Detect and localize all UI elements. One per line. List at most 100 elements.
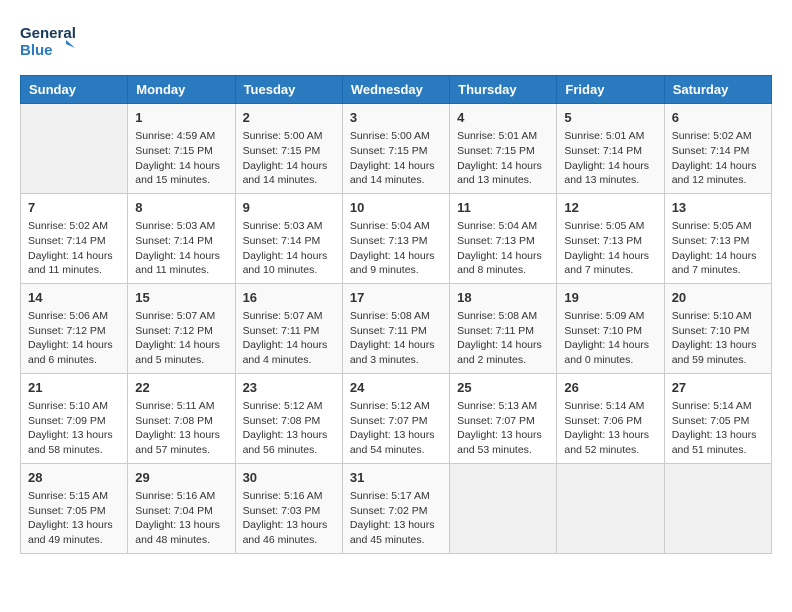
day-number: 18 [457,289,549,307]
day-number: 5 [564,109,656,127]
day-number: 15 [135,289,227,307]
calendar-week-1: 1 Sunrise: 4:59 AM Sunset: 7:15 PM Daylig… [21,104,772,194]
calendar-cell: 25 Sunrise: 5:13 AM Sunset: 7:07 PM Dayli… [450,373,557,463]
col-header-friday: Friday [557,76,664,104]
calendar-cell: 21 Sunrise: 5:10 AM Sunset: 7:09 PM Dayli… [21,373,128,463]
cell-info: Sunrise: 5:07 AM Sunset: 7:11 PM Dayligh… [243,309,335,368]
cell-info: Sunrise: 5:12 AM Sunset: 7:08 PM Dayligh… [243,399,335,458]
calendar-cell: 23 Sunrise: 5:12 AM Sunset: 7:08 PM Dayli… [235,373,342,463]
calendar-cell: 30 Sunrise: 5:16 AM Sunset: 7:03 PM Dayli… [235,463,342,553]
calendar-cell: 11 Sunrise: 5:04 AM Sunset: 7:13 PM Dayli… [450,193,557,283]
cell-info: Sunrise: 5:05 AM Sunset: 7:13 PM Dayligh… [564,219,656,278]
calendar-cell: 8Sunrise: 5:03 AM Sunset: 7:14 PM Daylig… [128,193,235,283]
day-number: 29 [135,469,227,487]
cell-info: Sunrise: 5:08 AM Sunset: 7:11 PM Dayligh… [457,309,549,368]
cell-info: Sunrise: 5:01 AM Sunset: 7:14 PM Dayligh… [564,129,656,188]
day-number: 17 [350,289,442,307]
day-number: 8 [135,199,227,217]
calendar-cell: 5 Sunrise: 5:01 AM Sunset: 7:14 PM Daylig… [557,104,664,194]
day-number: 10 [350,199,442,217]
header-row: SundayMondayTuesdayWednesdayThursdayFrid… [21,76,772,104]
cell-info: Sunrise: 5:14 AM Sunset: 7:06 PM Dayligh… [564,399,656,458]
day-number: 31 [350,469,442,487]
calendar-cell: 7 Sunrise: 5:02 AM Sunset: 7:14 PM Daylig… [21,193,128,283]
day-number: 20 [672,289,764,307]
cell-info: Sunrise: 5:02 AM Sunset: 7:14 PM Dayligh… [672,129,764,188]
day-number: 21 [28,379,120,397]
day-number: 16 [243,289,335,307]
calendar-cell: 12 Sunrise: 5:05 AM Sunset: 7:13 PM Dayli… [557,193,664,283]
calendar-cell: 16 Sunrise: 5:07 AM Sunset: 7:11 PM Dayli… [235,283,342,373]
calendar-cell [664,463,771,553]
calendar-cell: 6 Sunrise: 5:02 AM Sunset: 7:14 PM Daylig… [664,104,771,194]
page-header: GeneralBlue [20,20,772,65]
day-number: 24 [350,379,442,397]
day-number: 25 [457,379,549,397]
calendar-cell: 10 Sunrise: 5:04 AM Sunset: 7:13 PM Dayli… [342,193,449,283]
calendar-cell [450,463,557,553]
day-number: 11 [457,199,549,217]
cell-info: Sunrise: 5:01 AM Sunset: 7:15 PM Dayligh… [457,129,549,188]
cell-info: Sunrise: 5:13 AM Sunset: 7:07 PM Dayligh… [457,399,549,458]
day-number: 27 [672,379,764,397]
calendar-cell: 17 Sunrise: 5:08 AM Sunset: 7:11 PM Dayli… [342,283,449,373]
day-number: 23 [243,379,335,397]
calendar-cell: 29 Sunrise: 5:16 AM Sunset: 7:04 PM Dayli… [128,463,235,553]
calendar-cell: 4 Sunrise: 5:01 AM Sunset: 7:15 PM Daylig… [450,104,557,194]
day-number: 7 [28,199,120,217]
day-number: 26 [564,379,656,397]
calendar-week-4: 21 Sunrise: 5:10 AM Sunset: 7:09 PM Dayli… [21,373,772,463]
calendar-week-3: 14Sunrise: 5:06 AM Sunset: 7:12 PM Dayli… [21,283,772,373]
day-number: 3 [350,109,442,127]
day-number: 19 [564,289,656,307]
cell-info: Sunrise: 5:10 AM Sunset: 7:10 PM Dayligh… [672,309,764,368]
svg-text:General: General [20,25,75,42]
calendar-cell: 2Sunrise: 5:00 AM Sunset: 7:15 PM Daylig… [235,104,342,194]
cell-info: Sunrise: 5:16 AM Sunset: 7:03 PM Dayligh… [243,489,335,548]
day-number: 28 [28,469,120,487]
cell-info: Sunrise: 5:00 AM Sunset: 7:15 PM Dayligh… [243,129,335,188]
day-number: 12 [564,199,656,217]
cell-info: Sunrise: 5:04 AM Sunset: 7:13 PM Dayligh… [457,219,549,278]
calendar-cell: 24Sunrise: 5:12 AM Sunset: 7:07 PM Dayli… [342,373,449,463]
calendar-cell [557,463,664,553]
calendar-cell: 14Sunrise: 5:06 AM Sunset: 7:12 PM Dayli… [21,283,128,373]
cell-info: Sunrise: 5:06 AM Sunset: 7:12 PM Dayligh… [28,309,120,368]
cell-info: Sunrise: 5:15 AM Sunset: 7:05 PM Dayligh… [28,489,120,548]
day-number: 6 [672,109,764,127]
cell-info: Sunrise: 5:16 AM Sunset: 7:04 PM Dayligh… [135,489,227,548]
calendar-table: SundayMondayTuesdayWednesdayThursdayFrid… [20,75,772,554]
calendar-cell: 27 Sunrise: 5:14 AM Sunset: 7:05 PM Dayli… [664,373,771,463]
svg-text:Blue: Blue [20,42,53,59]
cell-info: Sunrise: 5:11 AM Sunset: 7:08 PM Dayligh… [135,399,227,458]
calendar-cell [21,104,128,194]
day-number: 4 [457,109,549,127]
cell-info: Sunrise: 5:05 AM Sunset: 7:13 PM Dayligh… [672,219,764,278]
cell-info: Sunrise: 5:04 AM Sunset: 7:13 PM Dayligh… [350,219,442,278]
cell-info: Sunrise: 5:08 AM Sunset: 7:11 PM Dayligh… [350,309,442,368]
cell-info: Sunrise: 4:59 AM Sunset: 7:15 PM Dayligh… [135,129,227,188]
day-number: 9 [243,199,335,217]
calendar-cell: 22 Sunrise: 5:11 AM Sunset: 7:08 PM Dayli… [128,373,235,463]
calendar-cell: 3Sunrise: 5:00 AM Sunset: 7:15 PM Daylig… [342,104,449,194]
day-number: 13 [672,199,764,217]
col-header-sunday: Sunday [21,76,128,104]
col-header-monday: Monday [128,76,235,104]
cell-info: Sunrise: 5:10 AM Sunset: 7:09 PM Dayligh… [28,399,120,458]
calendar-cell: 9 Sunrise: 5:03 AM Sunset: 7:14 PM Daylig… [235,193,342,283]
day-number: 30 [243,469,335,487]
col-header-wednesday: Wednesday [342,76,449,104]
day-number: 22 [135,379,227,397]
col-header-tuesday: Tuesday [235,76,342,104]
calendar-week-5: 28 Sunrise: 5:15 AM Sunset: 7:05 PM Dayli… [21,463,772,553]
col-header-thursday: Thursday [450,76,557,104]
cell-info: Sunrise: 5:03 AM Sunset: 7:14 PM Dayligh… [243,219,335,278]
calendar-cell: 18 Sunrise: 5:08 AM Sunset: 7:11 PM Dayli… [450,283,557,373]
cell-info: Sunrise: 5:07 AM Sunset: 7:12 PM Dayligh… [135,309,227,368]
col-header-saturday: Saturday [664,76,771,104]
day-number: 1 [135,109,227,127]
logo: GeneralBlue [20,20,75,65]
logo-svg: GeneralBlue [20,20,75,65]
cell-info: Sunrise: 5:02 AM Sunset: 7:14 PM Dayligh… [28,219,120,278]
cell-info: Sunrise: 5:14 AM Sunset: 7:05 PM Dayligh… [672,399,764,458]
